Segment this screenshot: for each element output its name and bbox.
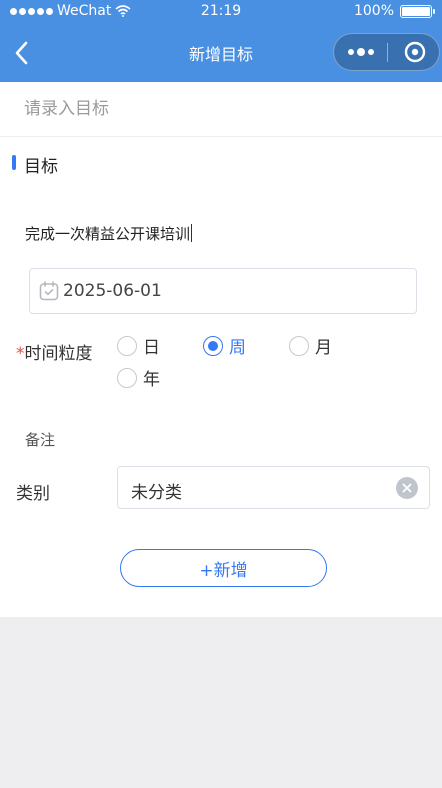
radio-label: 日 xyxy=(143,338,160,358)
calendar-icon xyxy=(39,281,59,301)
radio-circle xyxy=(117,367,137,388)
text-cursor xyxy=(191,224,193,242)
radio-month[interactable]: 月 xyxy=(289,333,332,358)
close-mini-program-button[interactable] xyxy=(388,34,441,70)
battery-icon xyxy=(400,4,435,18)
more-menu-button[interactable] xyxy=(334,34,387,70)
navigation-bar: 新增目标 xyxy=(0,24,442,82)
radio-circle xyxy=(289,335,309,356)
target-input[interactable] xyxy=(24,96,424,122)
section-accent-bar xyxy=(12,155,16,170)
mini-program-capsule xyxy=(333,33,440,71)
category-value: 未分类 xyxy=(131,483,182,503)
radio-circle xyxy=(117,335,137,356)
goal-text-field[interactable]: 完成一次精益公开课培训 xyxy=(25,223,193,244)
radio-year[interactable]: 年 xyxy=(117,365,160,390)
category-select[interactable]: 未分类 xyxy=(117,466,430,509)
date-value: 2025-06-01 xyxy=(63,281,162,301)
radio-label: 年 xyxy=(143,370,160,390)
radio-week[interactable]: 周 xyxy=(203,333,246,358)
clear-button[interactable] xyxy=(396,477,418,499)
radio-label: 月 xyxy=(315,338,332,358)
date-picker[interactable]: 2025-06-01 xyxy=(29,268,417,314)
close-icon xyxy=(402,483,412,493)
status-right: 100% xyxy=(353,3,435,19)
radio-circle-selected xyxy=(203,335,223,356)
required-mark: * xyxy=(16,344,25,364)
add-button[interactable]: +新增 xyxy=(120,549,327,587)
target-input-row xyxy=(0,82,442,137)
granularity-label-text: 时间粒度 xyxy=(24,344,93,364)
form-card: 目标 完成一次精益公开课培训 2025-06-01 *时间粒度 日 周 月 年 … xyxy=(0,82,442,617)
section-title: 目标 xyxy=(24,157,58,177)
top-bar: WeChat 21:19 100% 新增目标 xyxy=(0,0,442,82)
goal-text: 完成一次精益公开课培训 xyxy=(25,225,191,243)
remark-label[interactable]: 备注 xyxy=(25,429,55,450)
target-close-icon xyxy=(404,41,425,63)
battery-percent: 100% xyxy=(353,3,394,19)
radio-label: 周 xyxy=(229,338,246,358)
status-bar: WeChat 21:19 100% xyxy=(0,0,442,24)
category-label: 类别 xyxy=(16,484,50,504)
granularity-label: *时间粒度 xyxy=(16,339,93,364)
radio-day[interactable]: 日 xyxy=(117,333,160,358)
